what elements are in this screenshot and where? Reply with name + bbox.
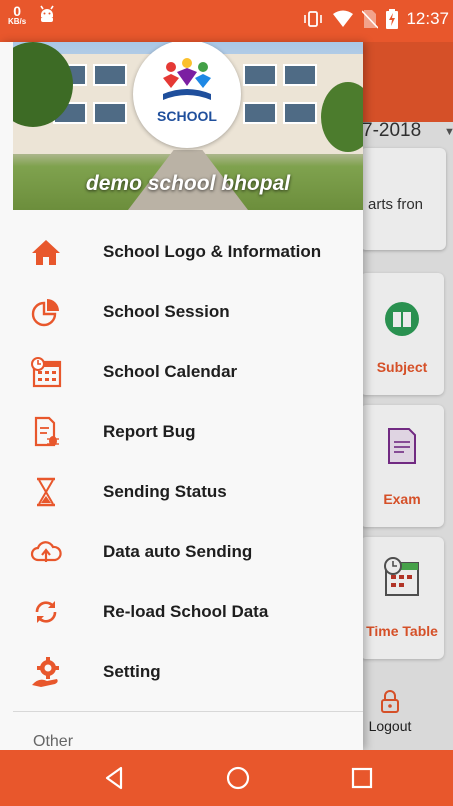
back-icon[interactable] [101, 764, 129, 792]
menu-item-label: Re-load School Data [103, 602, 269, 621]
vibrate-icon [304, 11, 323, 27]
reload-icon [35, 601, 57, 623]
network-speed-unit: KB/s [8, 17, 27, 26]
pie-chart-icon [31, 299, 59, 327]
status-left: 0 KB/s [8, 4, 58, 26]
drawer-section-other: Other [33, 733, 74, 750]
home-icon [32, 240, 60, 265]
network-speed-value: 0 [13, 3, 22, 19]
no-sim-icon [362, 10, 379, 29]
menu-item-label: Sending Status [103, 482, 227, 501]
menu-item-report-bug[interactable]: Report Bug [13, 402, 363, 462]
menu-item-school-logo-information[interactable]: School Logo & Information [13, 222, 363, 282]
menu-item-sending-status[interactable]: Sending Status [13, 462, 363, 522]
menu-item-label: Data auto Sending [103, 542, 253, 561]
network-speed: 0 KB/s [8, 4, 26, 26]
bug-report-icon [34, 416, 59, 447]
school-logo-text: SCHOOL [157, 108, 217, 124]
wifi-icon [333, 10, 354, 27]
android-debug-icon [40, 5, 54, 22]
menu-item-label: Setting [103, 662, 161, 681]
system-nav-bar [0, 750, 453, 806]
school-logo[interactable]: SCHOOL [133, 42, 241, 148]
settings-gear-icon [32, 657, 59, 687]
menu-item-label: School Session [103, 302, 230, 321]
clock: 12:37 [406, 9, 449, 28]
menu-item-data-auto-sending[interactable]: Data auto Sending [13, 522, 363, 582]
cloud-upload-icon [30, 541, 62, 562]
menu-item-label: Report Bug [103, 422, 196, 441]
menu-item-reload-school-data[interactable]: Re-load School Data [13, 582, 363, 642]
menu-item-school-session[interactable]: School Session [13, 282, 363, 342]
recents-icon[interactable] [348, 764, 376, 792]
status-right: 12:37 [302, 9, 449, 29]
drawer-divider [13, 711, 363, 712]
navigation-drawer: SCHOOL demo school bhopal School Logo & … [0, 42, 363, 750]
calendar-icon [31, 357, 62, 388]
battery-charging-icon [386, 9, 399, 29]
drawer-header: SCHOOL demo school bhopal [13, 42, 363, 210]
home-circle-icon[interactable] [224, 764, 252, 792]
menu-item-label: School Logo & Information [103, 242, 322, 261]
menu-item-setting[interactable]: Setting [13, 642, 363, 702]
school-name: demo school bhopal [85, 172, 291, 195]
menu-item-school-calendar[interactable]: School Calendar [13, 342, 363, 402]
status-bar: 0 KB/s 12:37 [0, 0, 453, 42]
hourglass-icon [37, 477, 55, 507]
school-logo-figures-icon [163, 58, 211, 100]
menu-item-label: School Calendar [103, 362, 238, 381]
